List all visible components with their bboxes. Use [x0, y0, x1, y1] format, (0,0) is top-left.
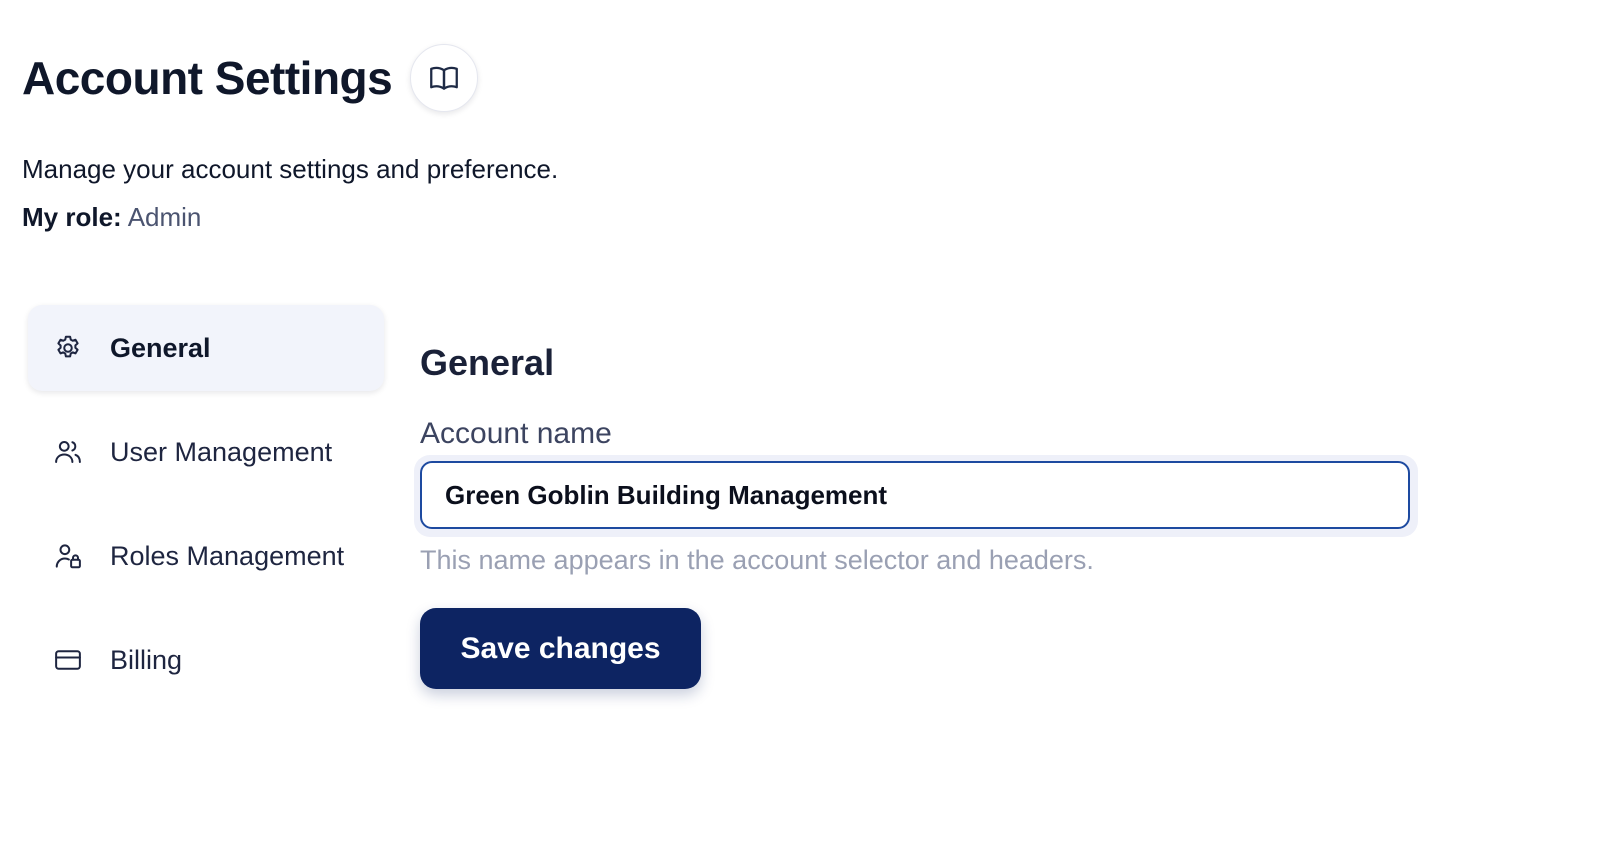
page-header: Account Settings — [22, 44, 479, 112]
users-icon — [52, 436, 84, 468]
sidebar-item-user-management[interactable]: User Management — [28, 409, 384, 495]
sidebar-item-label: Roles Management — [110, 540, 345, 571]
gear-icon — [52, 332, 84, 364]
page-subtitle: Manage your account settings and prefere… — [22, 154, 559, 184]
page-title: Account Settings — [22, 52, 393, 104]
book-open-icon — [430, 66, 459, 90]
sidebar-item-billing[interactable]: Billing — [28, 617, 384, 703]
role-label: My role: — [22, 202, 122, 232]
account-name-helper-text: This name appears in the account selecto… — [420, 545, 1094, 575]
credit-card-icon — [52, 644, 84, 676]
account-name-focus-ring — [414, 455, 1418, 537]
sidebar-item-label: Billing — [110, 644, 183, 675]
account-name-label: Account name — [420, 417, 612, 450]
sidebar-item-label: User Management — [110, 436, 333, 467]
sidebar-item-label: General — [110, 332, 211, 363]
sidebar-item-roles-management[interactable]: Roles Management — [28, 513, 384, 599]
settings-sidebar: General User Management Roles Management — [28, 305, 384, 721]
account-name-input[interactable] — [420, 461, 1410, 529]
user-lock-icon — [52, 540, 84, 572]
role-line: My role: Admin — [22, 200, 201, 234]
save-changes-button[interactable]: Save changes — [420, 608, 701, 689]
sidebar-item-general[interactable]: General — [28, 305, 384, 391]
role-value: Admin — [127, 202, 202, 232]
docs-button[interactable] — [410, 44, 479, 112]
section-title: General — [420, 342, 555, 383]
